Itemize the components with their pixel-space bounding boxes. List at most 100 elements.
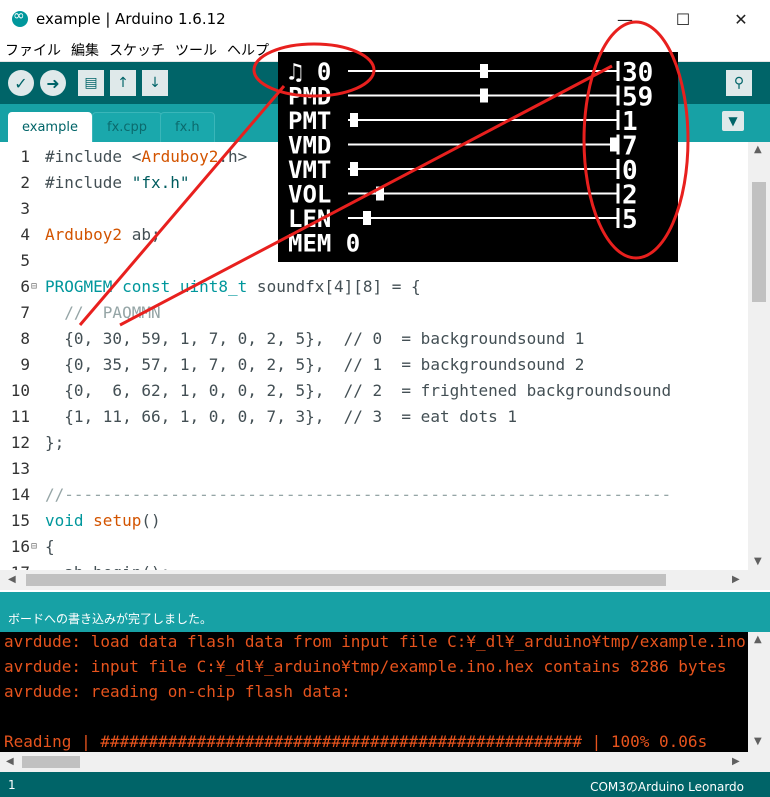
code-line: {0, 35, 57, 1, 7, 0, 2, 5}, // 1 = backg…: [45, 355, 584, 374]
code-token: PROGMEM const uint8_t: [45, 277, 248, 296]
scroll-right-icon[interactable]: ▶: [732, 574, 740, 585]
save-button[interactable]: ↓: [142, 70, 168, 96]
code-token: ab;: [122, 225, 161, 244]
code-line: PROGMEM const uint8_t soundfx[4][8] = {: [45, 277, 421, 296]
line-number: 11: [10, 407, 30, 426]
tab-example[interactable]: example: [8, 112, 92, 142]
line-number-gutter: 123456⊟78910111213141516⊟17: [0, 142, 40, 570]
code-token: #include <: [45, 147, 142, 166]
scroll-down-icon[interactable]: ▼: [754, 736, 762, 747]
line-number: 13: [10, 459, 30, 478]
code-line: void setup(): [45, 511, 161, 530]
minimize-button[interactable]: —: [596, 0, 654, 38]
new-file-icon: ▤: [84, 75, 98, 91]
code-line: Arduboy2 ab;: [45, 225, 161, 244]
tab-fx-cpp[interactable]: fx.cpp: [92, 112, 163, 142]
window-title: example | Arduino 1.6.12: [36, 10, 226, 28]
code-token: #include: [45, 173, 132, 192]
code-line: ab.begin();: [45, 563, 170, 570]
oled-slider-knob: [480, 88, 488, 103]
fold-toggle-icon[interactable]: ⊟: [31, 541, 37, 552]
code-token: Arduboy2: [45, 225, 123, 244]
menu-file[interactable]: ファイル: [0, 40, 66, 60]
code-token: {0, 6, 62, 1, 0, 0, 2, 5}, // 2 = fright…: [45, 381, 672, 400]
new-button[interactable]: ▤: [78, 70, 104, 96]
oled-slider-knob: [350, 162, 358, 176]
line-number: 15: [10, 511, 30, 530]
code-token: {1, 11, 66, 1, 0, 0, 7, 3}, // 3 = eat d…: [45, 407, 518, 426]
oled-slider-knob: [480, 64, 488, 78]
console-line: avrdude: input file C:¥_dl¥_arduino¥tmp/…: [4, 657, 727, 676]
console-hscroll-thumb[interactable]: [22, 756, 80, 768]
code-token: (): [141, 511, 161, 530]
oled-row-value: 5: [622, 205, 638, 235]
menu-sketch[interactable]: スケッチ: [104, 40, 170, 60]
magnifier-icon: ⚲: [733, 75, 745, 91]
scroll-up-icon[interactable]: ▲: [754, 144, 762, 155]
save-arrow-down-icon: ↓: [149, 75, 161, 91]
arduino-logo-icon: [12, 8, 28, 27]
arrow-right-icon: ➜: [46, 73, 60, 93]
console-vertical-scrollbar[interactable]: ▲ ▼: [748, 632, 770, 752]
code-token: "fx.h": [131, 173, 190, 192]
code-line: };: [45, 433, 64, 452]
check-icon: ✓: [14, 73, 28, 93]
code-line: //--------------------------------------…: [45, 485, 671, 504]
editor-horizontal-scrollbar[interactable]: ◀ ▶: [0, 570, 770, 590]
oled-row-label: MEM 0: [288, 230, 360, 258]
code-token: ab.begin();: [45, 563, 170, 570]
code-line: #include "fx.h": [45, 173, 190, 192]
fold-toggle-icon[interactable]: ⊟: [31, 281, 37, 292]
code-token: // PAQMMN: [45, 303, 161, 322]
code-line: {: [45, 537, 55, 556]
verify-button[interactable]: ✓: [8, 70, 34, 96]
maximize-button[interactable]: ☐: [654, 0, 712, 38]
upload-button[interactable]: ➜: [40, 70, 66, 96]
code-token: void: [45, 511, 84, 530]
tab-menu-button[interactable]: ▼: [722, 111, 744, 131]
line-number: 14: [10, 485, 30, 504]
serial-monitor-button[interactable]: ⚲: [726, 70, 752, 96]
scroll-up-icon[interactable]: ▲: [754, 634, 762, 645]
code-line: #include <Arduboy2.h>: [45, 147, 247, 166]
close-button[interactable]: ✕: [712, 0, 770, 38]
console-horizontal-scrollbar[interactable]: ◀ ▶: [0, 752, 770, 772]
tab-fx-h[interactable]: fx.h: [160, 112, 215, 142]
code-line: {1, 11, 66, 1, 0, 0, 7, 3}, // 3 = eat d…: [45, 407, 517, 426]
oled-screen-capture: ♫ 0 30PMD 59PMT 1VMD 7VMT 0VOL 2LEN 5MEM 0: [278, 52, 678, 262]
title-bar: example | Arduino 1.6.12 — ☐ ✕: [0, 0, 770, 38]
line-number: 16: [10, 537, 30, 556]
editor-scroll-thumb[interactable]: [752, 182, 766, 302]
open-button[interactable]: ↑: [110, 70, 136, 96]
code-token: Arduboy2: [141, 147, 219, 166]
console-line: avrdude: load data flash data from input…: [4, 632, 748, 651]
line-number: 12: [10, 433, 30, 452]
code-line: {0, 30, 59, 1, 7, 0, 2, 5}, // 0 = backg…: [45, 329, 584, 348]
line-number: 10: [10, 381, 30, 400]
console-line: avrdude: reading on-chip flash data:: [4, 682, 351, 701]
code-token: {0, 35, 57, 1, 7, 0, 2, 5}, // 1 = backg…: [45, 355, 585, 374]
editor-vertical-scrollbar[interactable]: ▲ ▼: [748, 142, 770, 570]
console-output: avrdude: load data flash data from input…: [0, 632, 748, 752]
status-message: ボードへの書き込みが完了しました。: [8, 612, 213, 626]
line-number: 6: [20, 277, 30, 296]
scroll-down-icon[interactable]: ▼: [754, 556, 762, 567]
oled-slider-knob: [363, 211, 371, 225]
line-number: 8: [20, 329, 30, 348]
scroll-left-icon[interactable]: ◀: [8, 574, 16, 585]
menu-help[interactable]: ヘルプ: [222, 40, 274, 60]
line-number: 7: [20, 303, 30, 322]
code-token: .h>: [218, 147, 248, 166]
code-token: {0, 30, 59, 1, 7, 0, 2, 5}, // 0 = backg…: [45, 329, 585, 348]
line-number: 5: [20, 251, 30, 270]
console-line: Reading | ##############################…: [4, 732, 708, 751]
editor-hscroll-thumb[interactable]: [26, 574, 666, 586]
menu-edit[interactable]: 編集: [66, 40, 104, 60]
scroll-right-icon[interactable]: ▶: [732, 756, 740, 767]
code-token: //--------------------------------------…: [45, 485, 672, 504]
menu-tools[interactable]: ツール: [170, 40, 222, 60]
scroll-left-icon[interactable]: ◀: [6, 756, 14, 767]
code-token: {: [45, 537, 55, 556]
oled-slider-knob: [376, 186, 384, 201]
window-controls: — ☐ ✕: [596, 0, 770, 38]
